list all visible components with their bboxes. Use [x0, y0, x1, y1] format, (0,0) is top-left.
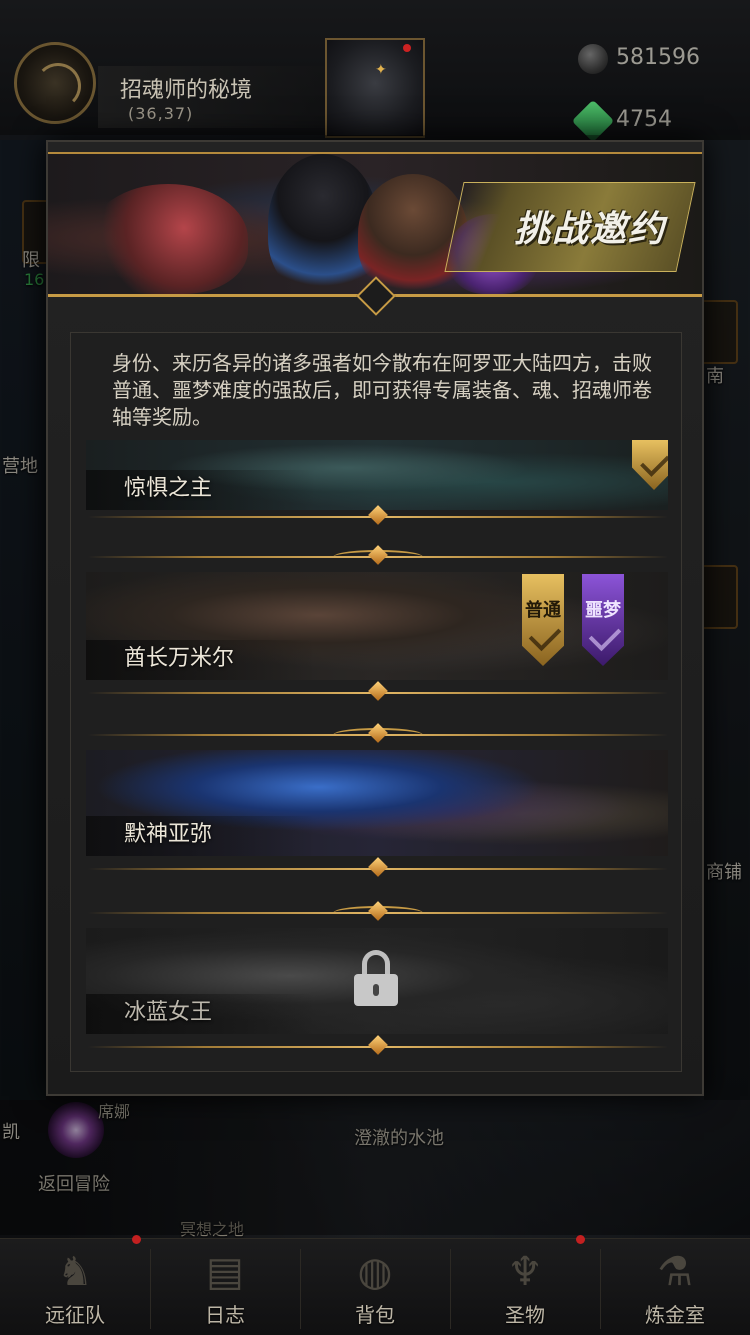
nav-bag-label: 背包: [355, 1303, 395, 1327]
chevron-icon: [588, 618, 622, 652]
nav-relics[interactable]: ♆ 圣物: [450, 1235, 600, 1335]
row-divider: [88, 505, 668, 528]
boss-name-ice-queen: 冰蓝女王: [124, 1000, 213, 1025]
chevron-icon: [528, 618, 562, 652]
boss-row-terror-lord[interactable]: 惊惧之主: [86, 440, 668, 510]
nav-bag[interactable]: ◍ 背包: [300, 1239, 450, 1335]
scroll-icon: ▤: [206, 1249, 244, 1295]
horned-helmet-icon: ♞: [57, 1249, 93, 1295]
nav-journal-label: 日志: [205, 1303, 245, 1327]
banner-dragon-art: [88, 184, 248, 294]
row-divider: [88, 545, 668, 568]
chalice-icon: ♆: [507, 1249, 543, 1295]
boss-row-silent-god[interactable]: 默神亚弥: [86, 750, 668, 856]
divider-gem-icon: [368, 1035, 388, 1055]
nav-relics-label: 圣物: [505, 1303, 545, 1327]
bag-icon: ◍: [357, 1249, 393, 1295]
divider-gem-icon: [368, 681, 388, 701]
notification-dot: [403, 44, 411, 52]
resource-stone: 581596: [578, 38, 718, 78]
alchemy-icon: ⚗: [657, 1249, 693, 1295]
lock-icon: [354, 950, 398, 1006]
nav-alchemy-label: 炼金室: [645, 1303, 705, 1327]
row-divider: [88, 1035, 668, 1058]
realm-emblem-icon[interactable]: [14, 42, 96, 124]
boss-name-chieftain-vanmir: 酋长万米尔: [124, 646, 235, 671]
row-divider: [88, 901, 668, 924]
divider-gem-icon: [368, 857, 388, 877]
normal-difficulty-label: 普通: [525, 600, 561, 621]
location-coords: (36,37): [128, 104, 194, 123]
hero-portrait[interactable]: ✦: [325, 38, 425, 138]
nav-relics-badge: [576, 1235, 585, 1244]
location-name: 招魂师的秘境: [120, 78, 253, 103]
nav-expedition-label: 远征队: [45, 1303, 105, 1327]
nav-expedition-badge: [132, 1235, 141, 1244]
boss-name-terror-lord: 惊惧之主: [124, 476, 213, 501]
stone-count: 581596: [616, 45, 700, 70]
chevron-icon: [640, 447, 668, 477]
nav-expedition[interactable]: ♞ 远征队: [0, 1235, 150, 1335]
gem-count: 4754: [616, 107, 672, 132]
banner-title: 挑战邀约: [513, 209, 666, 250]
bottom-nav: ♞ 远征队 ▤ 日志 ◍ 背包 ♆ 圣物 ⚗ 炼金室: [0, 1235, 750, 1335]
challenge-invitation-modal: 挑战邀约 身份、来历各异的诸多强者如今散布在阿罗亚大陆四方，击败普通、噩梦难度的…: [46, 140, 704, 1096]
row-divider: [88, 723, 668, 746]
row-divider: [88, 857, 668, 880]
divider-gem-icon: [368, 505, 388, 525]
boss-name-silent-god: 默神亚弥: [124, 822, 213, 847]
challenge-description: 身份、来历各异的诸多强者如今散布在阿罗亚大陆四方，击败普通、噩梦难度的强敌后，即…: [112, 351, 652, 429]
row-divider: [88, 681, 668, 704]
boss-row-chieftain-vanmir[interactable]: 酋长万米尔 普通 噩梦: [86, 572, 668, 680]
stone-icon: [578, 44, 608, 74]
nightmare-difficulty-label: 噩梦: [585, 600, 621, 621]
boss-row-ice-queen[interactable]: 冰蓝女王: [86, 928, 668, 1034]
resource-gem: 4754: [571, 99, 718, 143]
sparkle-icon: ✦: [375, 62, 387, 78]
nav-journal[interactable]: ▤ 日志: [150, 1239, 300, 1335]
nav-alchemy[interactable]: ⚗ 炼金室: [600, 1239, 750, 1335]
top-bar: 招魂师的秘境 (36,37) ✦ 581596 4754: [0, 0, 750, 143]
